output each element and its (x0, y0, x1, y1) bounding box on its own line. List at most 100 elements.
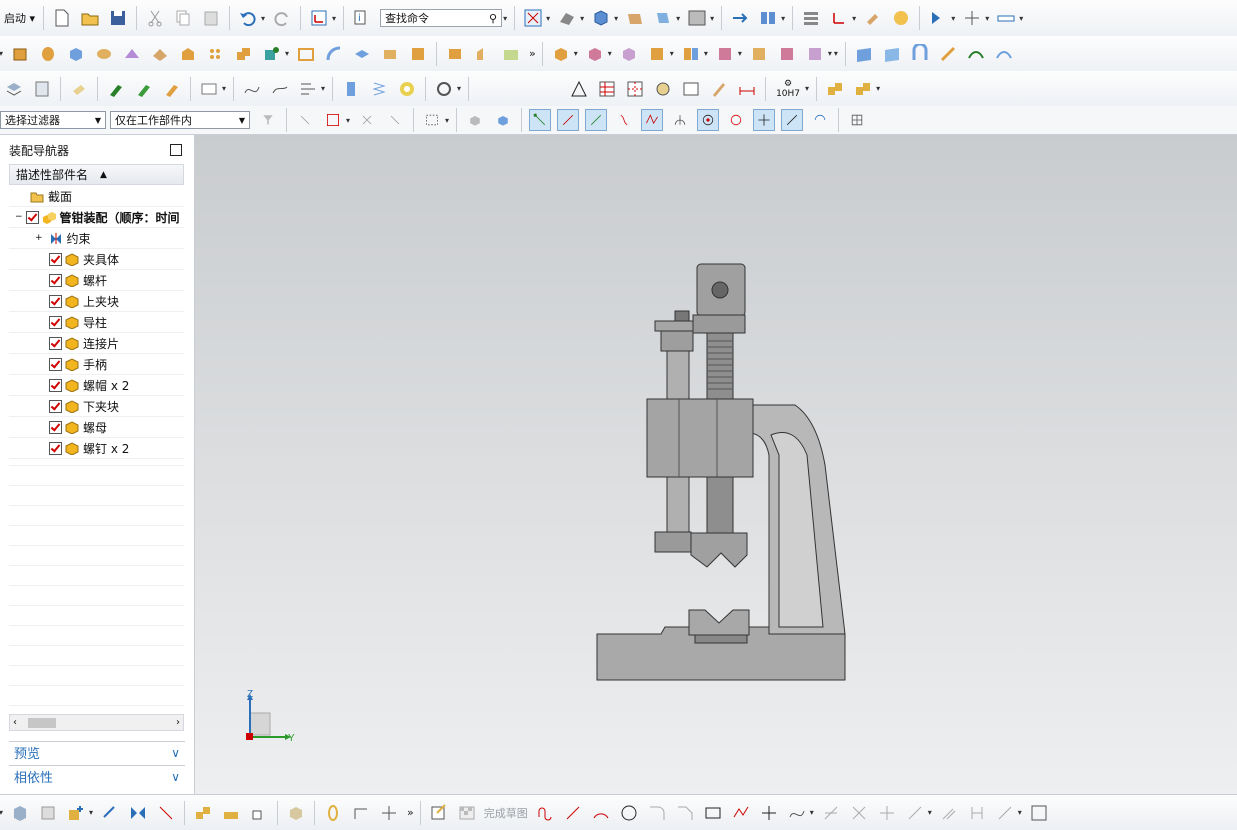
revolve-icon[interactable] (37, 43, 59, 65)
snap-intersection-icon[interactable] (641, 109, 664, 131)
scope-dropdown[interactable]: 仅在工作部件内 ▼ (110, 111, 250, 129)
select-connected-icon[interactable] (356, 109, 378, 131)
package-icon[interactable] (285, 802, 307, 824)
redo-icon[interactable] (271, 7, 293, 29)
unite-icon[interactable] (233, 43, 255, 65)
hammer-icon[interactable] (133, 78, 155, 100)
paint-icon[interactable] (862, 7, 884, 29)
gear-tool-icon[interactable] (433, 78, 455, 100)
mesh-surface-icon[interactable] (881, 43, 903, 65)
cylinder-icon[interactable] (93, 43, 115, 65)
offset-face-icon[interactable] (351, 43, 373, 65)
extend-curve-icon[interactable] (848, 802, 870, 824)
tree-row-part[interactable]: 螺母 (9, 417, 184, 438)
collapse-icon[interactable]: − (15, 212, 23, 222)
tree-row-part[interactable]: 上夹块 (9, 291, 184, 312)
scroll-thumb[interactable] (28, 718, 56, 728)
centerline-icon[interactable] (624, 78, 646, 100)
cubes-icon[interactable] (824, 78, 846, 100)
sketch-icon[interactable] (428, 802, 450, 824)
extrude-icon[interactable] (9, 43, 31, 65)
fillet-icon[interactable] (646, 802, 668, 824)
studio-spline-icon[interactable] (786, 802, 808, 824)
blocks-icon[interactable] (192, 802, 214, 824)
studio-surface-icon[interactable] (965, 43, 987, 65)
wave-link-icon[interactable] (776, 43, 798, 65)
text-align-icon[interactable] (297, 78, 319, 100)
select-box-icon[interactable] (322, 109, 344, 131)
trim-body-icon[interactable] (407, 43, 429, 65)
palette-icon[interactable] (890, 7, 912, 29)
stack-icon[interactable] (800, 7, 822, 29)
rectangle-select-icon[interactable] (421, 109, 443, 131)
snap-point-icon[interactable] (753, 109, 776, 131)
harness-icon[interactable] (378, 802, 400, 824)
subtract-icon[interactable] (261, 43, 283, 65)
weld-icon[interactable] (68, 78, 90, 100)
expand-icon[interactable]: + (35, 233, 43, 243)
spell-check-icon[interactable] (198, 78, 220, 100)
offset-curve-icon[interactable] (904, 802, 926, 824)
start-menu[interactable]: 启动 ▾ (4, 10, 35, 26)
draft-icon[interactable] (177, 43, 199, 65)
section-view-icon[interactable] (652, 7, 674, 29)
snap-on-curve-icon[interactable] (781, 109, 804, 131)
tree-row-part[interactable]: 螺帽 x 2 (9, 375, 184, 396)
pocket-icon[interactable] (500, 43, 522, 65)
snap-quadrant-icon[interactable] (725, 109, 747, 131)
dependencies-panel[interactable]: 相依性 ∨ (9, 765, 185, 787)
dimension-icon[interactable] (736, 78, 758, 100)
exploded-view-icon[interactable] (748, 43, 770, 65)
boss-icon[interactable] (472, 43, 494, 65)
snap-endpoint-icon[interactable] (529, 109, 552, 131)
column-header[interactable]: 描述性部件名 ▲ (9, 164, 184, 185)
snap-arc-center-icon[interactable] (669, 109, 691, 131)
link-body-icon[interactable] (99, 802, 121, 824)
parallel-constraint-icon[interactable] (938, 802, 960, 824)
route-icon[interactable] (350, 802, 372, 824)
select-tangent-icon[interactable] (384, 109, 406, 131)
copy-icon[interactable] (172, 7, 194, 29)
fit-view-icon[interactable] (522, 7, 544, 29)
measure-icon[interactable] (995, 7, 1017, 29)
select-feature-icon[interactable] (294, 109, 316, 131)
machining-icon[interactable] (161, 78, 183, 100)
detail-view-icon[interactable] (652, 78, 674, 100)
tree-row-section[interactable]: 截面 (9, 186, 184, 207)
sheet-stack-icon[interactable] (31, 78, 53, 100)
finish-sketch-flag-icon[interactable] (456, 802, 478, 824)
scroll-left-icon[interactable]: ‹ (13, 717, 17, 728)
spring-icon[interactable] (368, 78, 390, 100)
graphics-window[interactable]: Z Y (195, 135, 1237, 794)
tree-row-part[interactable]: 手柄 (9, 354, 184, 375)
snap-curve-icon[interactable] (613, 109, 635, 131)
scroll-right-icon[interactable]: › (176, 717, 180, 728)
tree-row-part[interactable]: 螺杆 (9, 270, 184, 291)
paste-icon[interactable] (200, 7, 222, 29)
visibility-checkbox[interactable] (49, 378, 62, 392)
open-folder-icon[interactable] (79, 7, 101, 29)
triangle-icon[interactable] (568, 78, 590, 100)
table-icon[interactable] (596, 78, 618, 100)
pattern-icon[interactable] (205, 43, 227, 65)
sweep-icon[interactable] (323, 43, 345, 65)
shell-icon[interactable] (295, 43, 317, 65)
sketch-settings-icon[interactable] (1028, 802, 1050, 824)
thicken-icon[interactable] (379, 43, 401, 65)
polyline-icon[interactable] (730, 802, 752, 824)
move-component-icon[interactable] (729, 7, 751, 29)
visibility-checkbox[interactable] (25, 210, 39, 224)
spline-icon[interactable] (269, 78, 291, 100)
line-icon[interactable] (562, 802, 584, 824)
finish-sketch-label[interactable]: 完成草图 (484, 805, 528, 821)
point-add-icon[interactable] (758, 802, 780, 824)
assembly-stack-icon[interactable] (9, 802, 31, 824)
find-command-input[interactable]: 查找命令 ⚲ (380, 9, 503, 27)
maximize-icon[interactable] (170, 144, 182, 156)
point-icon[interactable] (961, 7, 983, 29)
rectangle-icon[interactable] (702, 802, 724, 824)
tree-row-constraints[interactable]: + 约束 (9, 228, 184, 249)
chamfer-icon[interactable] (149, 43, 171, 65)
visibility-checkbox[interactable] (49, 399, 62, 413)
curve-fit-icon[interactable] (241, 78, 263, 100)
